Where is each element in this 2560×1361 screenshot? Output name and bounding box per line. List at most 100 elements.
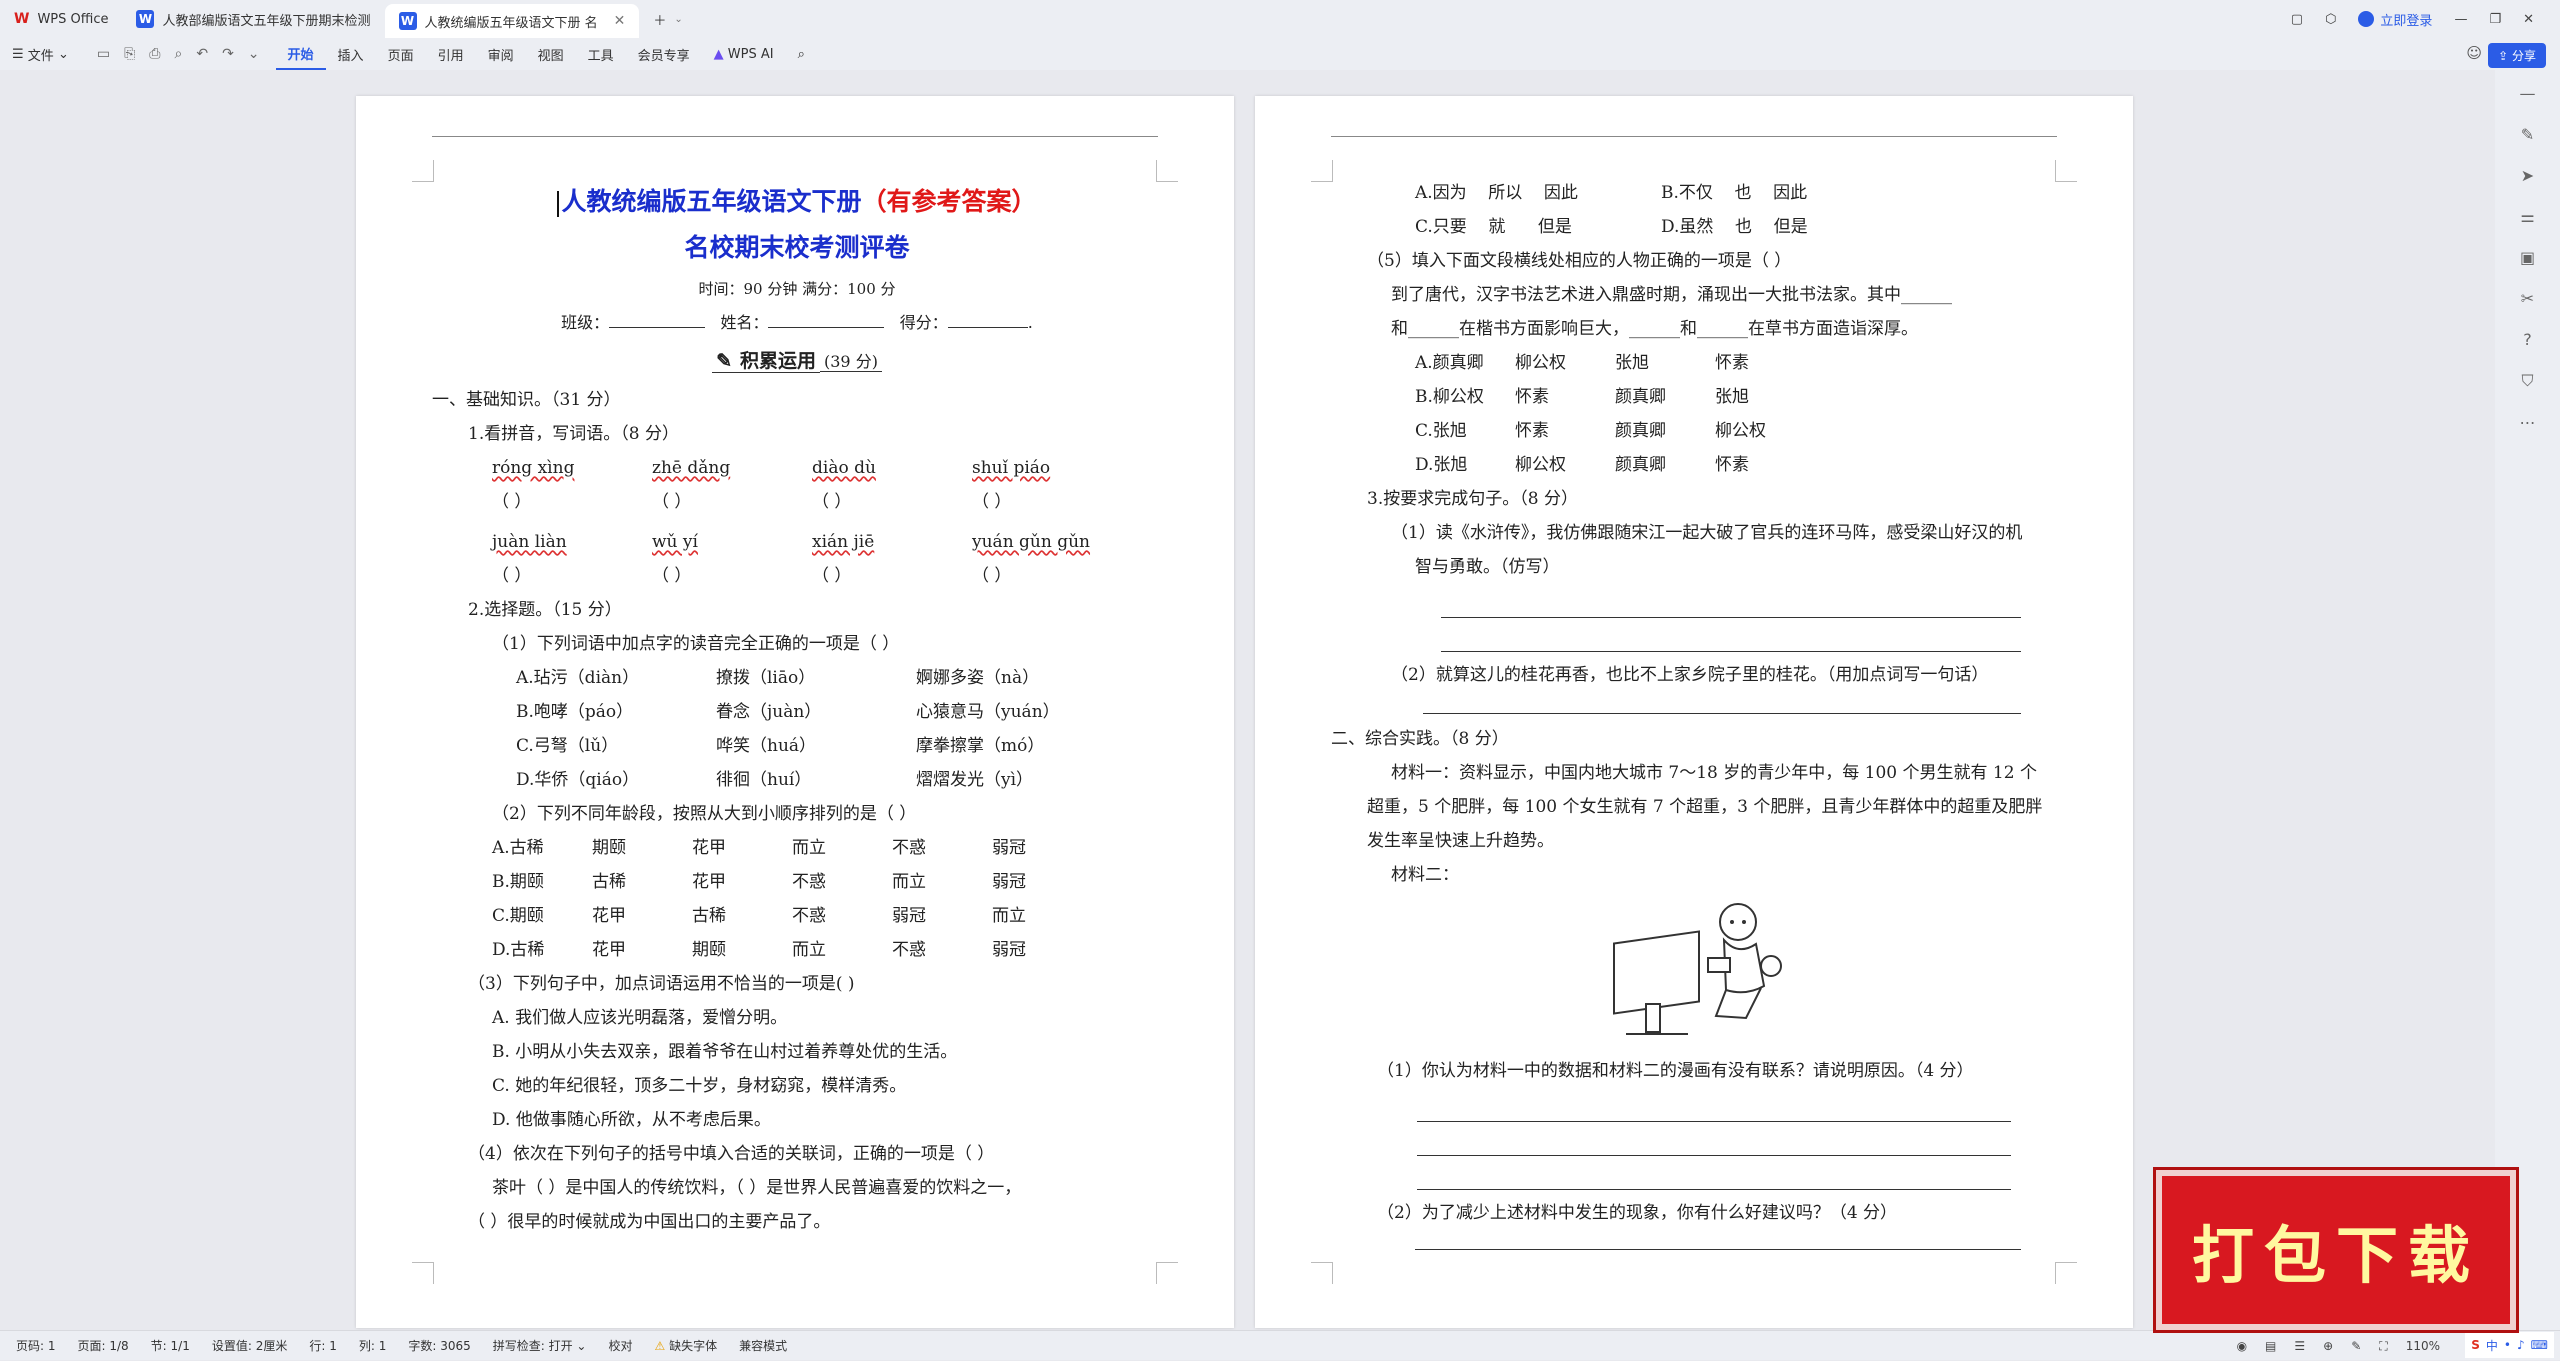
tab-label: WPS Office	[37, 12, 108, 27]
status-column[interactable]: 列: 1	[359, 1337, 387, 1354]
status-page[interactable]: 页码: 1	[16, 1337, 56, 1354]
document-workspace[interactable]: ⠿ 人教统编版五年级语文下册（有参考答案） 名校期末校考测评卷 时间：90 分钟…	[0, 70, 2495, 1330]
status-pages[interactable]: 页面: 1/8	[78, 1337, 129, 1354]
answer-line	[1415, 1230, 2021, 1250]
input-method-bar[interactable]: S 中 • ♪ ⌨	[2465, 1332, 2554, 1358]
tab-document-1[interactable]: W 人教部编版语文五年级下册期末检测	[122, 0, 384, 38]
missing-font-button[interactable]: ⚠ 缺失字体	[655, 1337, 718, 1354]
answer-blank: （ ）	[972, 559, 1132, 593]
minimize-icon[interactable]: —	[2454, 12, 2467, 27]
wps-logo-icon: W	[14, 11, 29, 27]
shirt-icon[interactable]: ⛉	[2521, 371, 2533, 391]
window-layout-icon[interactable]: ▢	[2291, 12, 2303, 27]
keyboard-icon[interactable]: ⌨	[2531, 1338, 2548, 1352]
fit-page-icon[interactable]: ⛶	[2379, 1339, 2387, 1354]
answer-blank: （ ）	[492, 559, 652, 593]
tab-label: 人教统编版五年级语文下册 名	[425, 12, 598, 31]
margin-mark	[1156, 1262, 1178, 1284]
new-tab-button[interactable]: ＋⌄	[639, 0, 696, 38]
image-icon[interactable]: ▣	[2520, 248, 2535, 267]
tools-icon[interactable]: ✂	[2521, 289, 2534, 308]
save-icon[interactable]: ▭	[97, 46, 110, 62]
option-row: A.古稀期颐花甲而立不惑弱冠	[432, 831, 1162, 865]
status-word-count[interactable]: 字数: 3065	[408, 1337, 470, 1354]
punctuation-icon[interactable]: •	[2504, 1338, 2511, 1352]
edit-view-icon[interactable]: ✎	[2351, 1339, 2361, 1353]
status-line[interactable]: 行: 1	[309, 1337, 337, 1354]
answer-row: （ ） （ ） （ ） （ ）	[432, 559, 1162, 593]
question-text: （ ）很早的时候就成为中国出口的主要产品了。	[432, 1205, 1162, 1239]
close-tab-icon[interactable]: ✕	[614, 13, 626, 29]
answer-row: （ ） （ ） （ ） （ ）	[432, 485, 1162, 519]
page-1[interactable]: 人教统编版五年级语文下册（有参考答案） 名校期末校考测评卷 时间：90 分钟 满…	[356, 96, 1234, 1328]
ribbon-tab-insert[interactable]: 插入	[326, 38, 376, 70]
export-pdf-icon[interactable]: ⎘	[124, 46, 135, 62]
option-row: D.华侨（qiáo）徘徊（huí）熠熠发光（yì）	[432, 763, 1162, 797]
search-icon[interactable]: ⌕	[786, 38, 817, 70]
collapse-icon[interactable]: —	[2520, 84, 2536, 103]
print-icon[interactable]: ⎙	[149, 46, 160, 62]
ribbon-tab-home[interactable]: 开始	[276, 38, 326, 70]
web-view-icon[interactable]: ⊕	[2323, 1339, 2333, 1353]
question-text: （2）就算这儿的桂花再香，也比不上家乡院子里的桂花。（用加点词写一句话）	[1331, 658, 2061, 692]
collaboration-icon[interactable]: ☺	[2466, 44, 2482, 62]
ribbon-tab-view[interactable]: 视图	[526, 38, 576, 70]
question-2-2: （2）下列不同年龄段，按照从大到小顺序排列的是（ ）	[432, 797, 1162, 831]
close-window-icon[interactable]: ✕	[2523, 12, 2534, 27]
status-section[interactable]: 节: 1/1	[151, 1337, 190, 1354]
answer-line	[1441, 584, 2021, 618]
redo-icon[interactable]: ↷	[222, 46, 234, 62]
time-score-line: 时间：90 分钟 满分：100 分	[432, 272, 1162, 306]
mic-icon[interactable]: ♪	[2517, 1338, 2525, 1352]
spell-check-toggle[interactable]: 拼写检查: 打开 ⌄	[493, 1337, 587, 1354]
adjust-icon[interactable]: ⚌	[2520, 207, 2534, 226]
tab-wps-home[interactable]: W WPS Office	[0, 0, 122, 38]
share-icon: ⇪	[2498, 49, 2508, 63]
chevron-down-icon: ⌄	[674, 14, 682, 25]
status-setting[interactable]: 设置值: 2厘米	[212, 1337, 288, 1354]
option-line: A. 我们做人应该光明磊落，爱憎分明。	[432, 1001, 1162, 1035]
question-2-1: （1）下列词语中加点字的读音完全正确的一项是（ ）	[432, 627, 1162, 661]
zoom-level[interactable]: 110%	[2406, 1339, 2440, 1353]
page-view-icon[interactable]: ▤	[2265, 1339, 2276, 1353]
undo-icon[interactable]: ↶	[196, 46, 208, 62]
option-row: A.玷污（diàn）撩拨（liāo）婀娜多姿（nà）	[432, 661, 1162, 695]
page-2-content[interactable]: A.因为 所以 因此B.不仅 也 因此 C.只要 就 但是D.虽然 也 但是 （…	[1331, 176, 2061, 1250]
page-2[interactable]: A.因为 所以 因此B.不仅 也 因此 C.只要 就 但是D.虽然 也 但是 （…	[1255, 96, 2133, 1328]
wps-ai-button[interactable]: ▲ WPS AI	[702, 38, 786, 70]
ribbon-tab-review[interactable]: 审阅	[476, 38, 526, 70]
ribbon-tab-tools[interactable]: 工具	[576, 38, 626, 70]
margin-mark	[412, 1262, 434, 1284]
download-banner[interactable]: 打包下载	[2156, 1170, 2516, 1330]
print-preview-icon[interactable]: ⌕	[174, 46, 182, 62]
pen-icon[interactable]: ✎	[2521, 125, 2534, 144]
document-title: 人教统编版五年级语文下册（有参考答案）	[432, 180, 1162, 224]
login-button[interactable]: 立即登录	[2358, 10, 2432, 29]
pinyin-item: shuǐ piáo	[972, 451, 1132, 485]
restore-icon[interactable]: ❐	[2489, 12, 2501, 27]
more-icon[interactable]: ⌄	[248, 46, 260, 62]
question-5: （5）填入下面文段横线处相应的人物正确的一项是（ ）	[1331, 244, 2061, 278]
ribbon-tab-references[interactable]: 引用	[426, 38, 476, 70]
question-text: （1）你认为材料一中的数据和材料二的漫画有没有联系？请说明原因。（4 分）	[1317, 1054, 2061, 1088]
tab-document-2[interactable]: W 人教统编版五年级语文下册 名 ✕	[385, 4, 640, 38]
ime-mode-icon[interactable]: 中	[2486, 1337, 2498, 1354]
more-options-icon[interactable]: ⋯	[2520, 413, 2536, 432]
cartoon-illustration	[1596, 896, 1796, 1046]
document-subtitle: 名校期末校考测评卷	[432, 224, 1162, 272]
help-icon[interactable]: ?	[2523, 330, 2532, 349]
header-rule	[432, 136, 1158, 137]
cursor-icon[interactable]: ➤	[2521, 166, 2534, 185]
share-button[interactable]: ⇪ 分享	[2488, 43, 2546, 68]
proofread-button[interactable]: 校对	[608, 1337, 632, 1354]
menu-button[interactable]: ☰ 文件 ⌄	[0, 38, 81, 70]
option-row: C.张旭怀素颜真卿柳公权	[1331, 414, 2061, 448]
eye-icon[interactable]: ◉	[2237, 1339, 2247, 1353]
answer-line	[1423, 692, 2021, 714]
outline-view-icon[interactable]: ☰	[2294, 1339, 2305, 1353]
answer-blank: （ ）	[812, 559, 972, 593]
ribbon-tab-page[interactable]: 页面	[376, 38, 426, 70]
ribbon-tab-member[interactable]: 会员专享	[626, 38, 702, 70]
cube-icon[interactable]: ⬡	[2325, 12, 2336, 27]
page-1-content[interactable]: 人教统编版五年级语文下册（有参考答案） 名校期末校考测评卷 时间：90 分钟 满…	[432, 180, 1162, 1239]
